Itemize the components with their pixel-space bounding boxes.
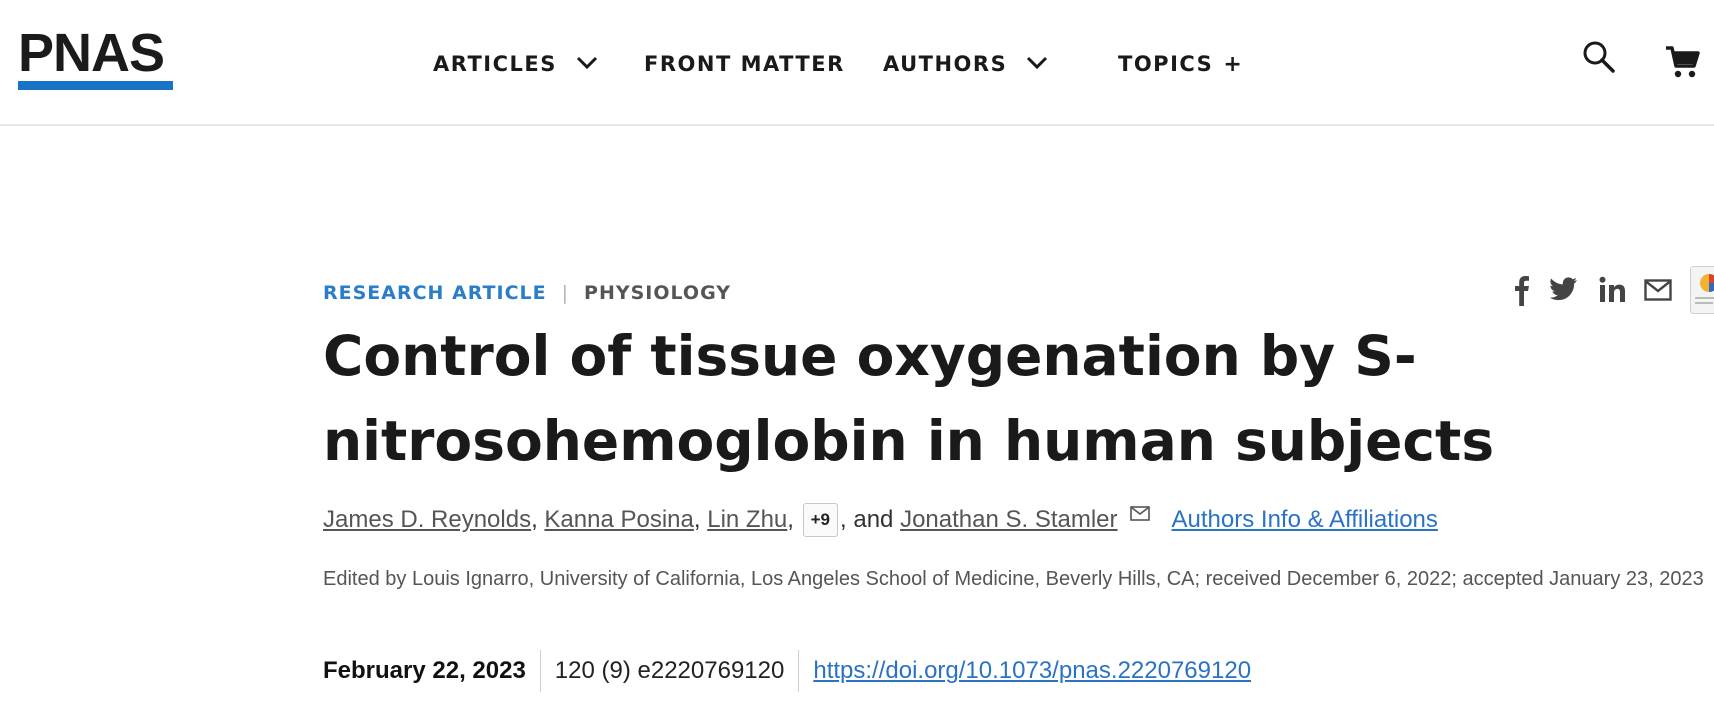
plus-icon: + <box>1223 51 1242 77</box>
twitter-icon[interactable] <box>1549 277 1578 306</box>
chevron-down-icon <box>575 52 599 76</box>
article-kicker: RESEARCH ARTICLE | PHYSIOLOGY <box>323 278 731 308</box>
email-icon[interactable] <box>1644 279 1672 306</box>
corresponding-email-icon[interactable] <box>1129 500 1150 528</box>
logo-underline <box>18 81 173 90</box>
linkedin-icon[interactable] <box>1599 276 1627 309</box>
author-link[interactable]: Lin Zhu <box>707 506 787 534</box>
site-header: PNAS ARTICLES FRONT MATTER AUTHORS TOPIC… <box>0 0 1714 126</box>
nav-topics-label: TOPICS <box>1118 52 1214 76</box>
nav-authors-label: AUTHORS <box>883 52 1008 76</box>
article-type[interactable]: RESEARCH ARTICLE <box>323 282 547 304</box>
publication-info: February 22, 2023 120 (9) e2220769120 ht… <box>323 650 1251 692</box>
author-link[interactable]: Jonathan S. Stamler <box>900 506 1117 534</box>
pnas-logo[interactable]: PNAS <box>18 26 165 80</box>
author-link[interactable]: James D. Reynolds <box>323 506 531 534</box>
author-link[interactable]: Kanna Posina <box>544 506 693 534</box>
chevron-down-icon <box>1025 52 1049 76</box>
nav-front-matter[interactable]: FRONT MATTER <box>644 44 845 84</box>
article-title: Control of tissue oxygenation by S-nitro… <box>323 324 1495 473</box>
cart-icon[interactable] <box>1664 44 1700 85</box>
search-icon[interactable] <box>1582 40 1616 79</box>
citation-info: 120 (9) e2220769120 <box>554 657 785 684</box>
kicker-separator: | <box>561 282 570 304</box>
authors-info-affiliations-link[interactable]: Authors Info & Affiliations <box>1172 506 1438 534</box>
edited-by-text: Edited by Louis Ignarro, University of C… <box>323 568 1704 590</box>
nav-topics[interactable]: TOPICS + <box>1118 44 1242 84</box>
more-authors-button[interactable]: +9 <box>802 503 839 537</box>
facebook-icon[interactable] <box>1514 274 1530 311</box>
author-separator: , <box>531 506 545 533</box>
author-conjunction: , and <box>840 506 901 533</box>
nav-articles-label: ARTICLES <box>433 52 557 76</box>
nav-articles[interactable]: ARTICLES <box>433 44 599 84</box>
publication-date: February 22, 2023 <box>323 657 526 684</box>
article-subject[interactable]: PHYSIOLOGY <box>584 282 731 304</box>
cover-thumbnail-icon[interactable] <box>1690 266 1714 314</box>
doi-link[interactable]: https://doi.org/10.1073/pnas.2220769120 <box>799 657 1251 685</box>
author-separator: , <box>693 506 708 533</box>
author-separator: , <box>787 506 801 533</box>
nav-front-matter-label: FRONT MATTER <box>644 52 845 76</box>
author-list: James D. Reynolds , Kanna Posina , Lin Z… <box>323 500 1438 540</box>
nav-authors[interactable]: AUTHORS <box>883 44 1049 84</box>
